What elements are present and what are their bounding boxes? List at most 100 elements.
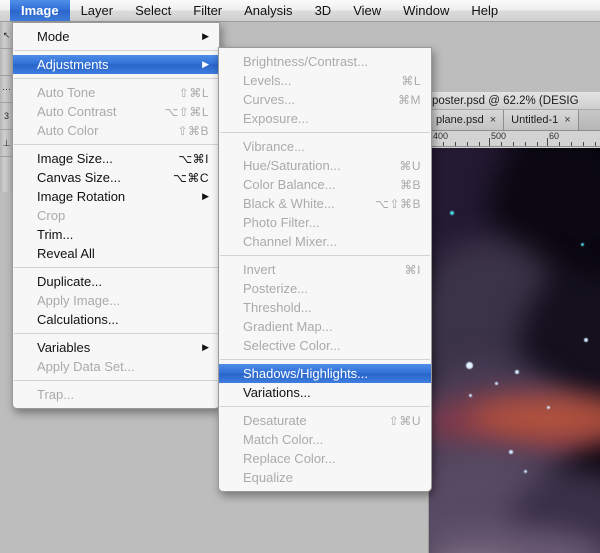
adjustments-menu-item: Invert⌘I	[219, 260, 431, 279]
image-menu-item: Auto Tone⇧⌘L	[13, 83, 219, 102]
chevron-right-icon: ▶	[192, 191, 209, 202]
image-menu-item[interactable]: Image Rotation▶	[13, 187, 219, 206]
menubar-item-layer[interactable]: Layer	[70, 0, 125, 21]
document-tab[interactable]: Untitled-1 ×	[504, 110, 579, 130]
document-title: poster.psd @ 62.2% (DESIG	[429, 92, 600, 110]
image-menu-separator	[14, 380, 218, 381]
adjustments-menu-item[interactable]: Shadows/Highlights...	[219, 364, 431, 383]
document-window: poster.psd @ 62.2% (DESIG plane.psd × Un…	[428, 92, 600, 553]
image-menu-item-label: Auto Color	[37, 123, 163, 138]
adjustments-menu-item-label: Shadows/Highlights...	[243, 366, 421, 381]
ruler-label: 500	[491, 131, 506, 141]
image-menu-item: Auto Contrast⌥⇧⌘L	[13, 102, 219, 121]
image-menu-item-label: Auto Tone	[37, 85, 165, 100]
chevron-right-icon: ▶	[192, 31, 209, 42]
menubar-item-window[interactable]: Window	[392, 0, 460, 21]
adjustments-menu-item: Selective Color...	[219, 336, 431, 355]
image-menu-item[interactable]: Mode▶	[13, 27, 219, 46]
image-menu-item-shortcut: ⌥⇧⌘L	[150, 105, 209, 119]
image-menu-item[interactable]: Reveal All	[13, 244, 219, 263]
adjustments-submenu-dropdown[interactable]: Brightness/Contrast...Levels...⌘LCurves.…	[218, 47, 432, 492]
image-menu-item-label: Trim...	[37, 227, 209, 242]
image-menu-item-label: Canvas Size...	[37, 170, 159, 185]
adjustments-menu-item-shortcut: ⇧⌘U	[375, 414, 421, 428]
image-menu-separator	[14, 50, 218, 51]
adjustments-menu-item: Vibrance...	[219, 137, 431, 156]
adjustments-menu-item-label: Brightness/Contrast...	[243, 54, 421, 69]
adjustments-menu-item-shortcut: ⌘B	[386, 178, 421, 192]
adjustments-menu-item-label: Posterize...	[243, 281, 421, 296]
ruler-label: 60	[549, 131, 559, 141]
adjustments-menu-item-label: Color Balance...	[243, 177, 386, 192]
adjustments-menu-item-label: Black & White...	[243, 196, 361, 211]
image-menu-item[interactable]: Variables▶	[13, 338, 219, 357]
menubar-item-analysis[interactable]: Analysis	[233, 0, 303, 21]
close-icon[interactable]: ×	[490, 114, 496, 126]
image-menu-item-label: Auto Contrast	[37, 104, 150, 119]
adjustments-menu-item-label: Equalize	[243, 470, 421, 485]
image-menu-item-shortcut: ⇧⌘L	[165, 86, 209, 100]
adjustments-menu-item[interactable]: Variations...	[219, 383, 431, 402]
document-tab-label: plane.psd	[436, 114, 484, 126]
adjustments-menu-item: Curves...⌘M	[219, 90, 431, 109]
adjustments-menu-item-label: Curves...	[243, 92, 384, 107]
adjustments-menu-item-shortcut: ⌥⇧⌘B	[361, 197, 421, 211]
adjustments-menu-item-shortcut: ⌘I	[391, 263, 421, 277]
image-canvas[interactable]	[429, 148, 600, 553]
image-menu-item-label: Trap...	[37, 387, 209, 402]
menubar-item-select[interactable]: Select	[124, 0, 182, 21]
menubar-item-view[interactable]: View	[342, 0, 392, 21]
image-menu-item-label: Calculations...	[37, 312, 209, 327]
adjustments-menu-item: Black & White...⌥⇧⌘B	[219, 194, 431, 213]
image-menu-item-shortcut: ⌥⌘I	[164, 152, 209, 166]
image-menu-item[interactable]: Canvas Size...⌥⌘C	[13, 168, 219, 187]
adjustments-menu-item-label: Invert	[243, 262, 391, 277]
adjustments-menu-item: Posterize...	[219, 279, 431, 298]
menubar-item-image[interactable]: Image	[10, 0, 70, 21]
adjustments-menu-item-label: Match Color...	[243, 432, 421, 447]
adjustments-menu-item: Replace Color...	[219, 449, 431, 468]
horizontal-ruler[interactable]: 400 500 60	[429, 131, 600, 147]
image-menu-item-label: Mode	[37, 29, 192, 44]
image-menu-item[interactable]: Adjustments▶	[13, 55, 219, 74]
adjustments-menu-item-label: Hue/Saturation...	[243, 158, 385, 173]
image-menu-item[interactable]: Image Size...⌥⌘I	[13, 149, 219, 168]
adjustments-menu-item: Match Color...	[219, 430, 431, 449]
adjustments-menu-item: Hue/Saturation...⌘U	[219, 156, 431, 175]
image-menu-item: Apply Data Set...	[13, 357, 219, 376]
adjustments-menu-item-label: Replace Color...	[243, 451, 421, 466]
image-menu-separator	[14, 333, 218, 334]
menubar-item-3d[interactable]: 3D	[304, 0, 343, 21]
adjustments-menu-item-label: Vibrance...	[243, 139, 421, 154]
image-menu-item[interactable]: Duplicate...	[13, 272, 219, 291]
adjustments-menu-item: Levels...⌘L	[219, 71, 431, 90]
image-menu-item: Auto Color⇧⌘B	[13, 121, 219, 140]
adjustments-menu-item-label: Levels...	[243, 73, 387, 88]
adjustments-menu-separator	[220, 359, 430, 360]
image-menu-item: Apply Image...	[13, 291, 219, 310]
adjustments-menu-separator	[220, 132, 430, 133]
ruler-label: 400	[433, 131, 448, 141]
adjustments-menu-item-label: Selective Color...	[243, 338, 421, 353]
adjustments-menu-item-label: Gradient Map...	[243, 319, 421, 334]
image-menu-dropdown[interactable]: Mode▶Adjustments▶Auto Tone⇧⌘LAuto Contra…	[12, 22, 220, 409]
image-menu-item[interactable]: Calculations...	[13, 310, 219, 329]
image-menu-item-label: Reveal All	[37, 246, 209, 261]
adjustments-menu-item-shortcut: ⌘U	[385, 159, 421, 173]
image-menu-item-label: Crop	[37, 208, 209, 223]
document-tab[interactable]: plane.psd ×	[429, 110, 504, 130]
image-menu-item[interactable]: Trim...	[13, 225, 219, 244]
menubar-item-help[interactable]: Help	[460, 0, 509, 21]
adjustments-menu-item: Threshold...	[219, 298, 431, 317]
document-tab-label: Untitled-1	[511, 114, 558, 126]
image-menu-item-shortcut: ⇧⌘B	[163, 124, 209, 138]
menu-bar[interactable]: Image Layer Select Filter Analysis 3D Vi…	[0, 0, 600, 22]
close-icon[interactable]: ×	[564, 114, 570, 126]
menubar-item-filter[interactable]: Filter	[182, 0, 233, 21]
image-menu-item-label: Adjustments	[37, 57, 192, 72]
chevron-right-icon: ▶	[192, 342, 209, 353]
image-menu-item-label: Variables	[37, 340, 192, 355]
document-tab-bar[interactable]: plane.psd × Untitled-1 ×	[429, 110, 600, 131]
adjustments-menu-item: Desaturate⇧⌘U	[219, 411, 431, 430]
adjustments-menu-item-label: Photo Filter...	[243, 215, 421, 230]
